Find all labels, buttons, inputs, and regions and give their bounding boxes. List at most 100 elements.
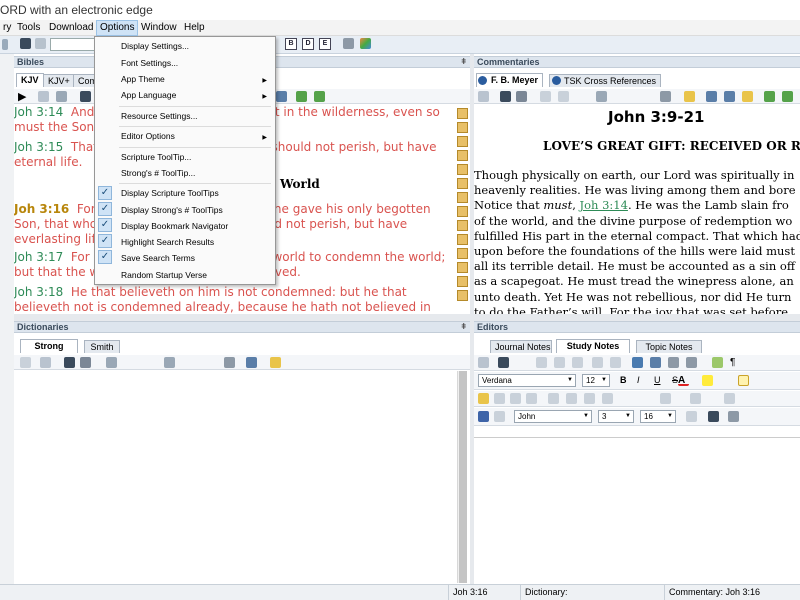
tab-topic-notes[interactable]: Topic Notes <box>636 340 702 353</box>
pin-icon[interactable]: ǂ <box>461 57 466 67</box>
search-options-icon[interactable] <box>516 91 527 102</box>
print-icon[interactable] <box>164 357 175 368</box>
toolbar-color-icon[interactable] <box>360 38 371 49</box>
menu-item-font-settings[interactable]: Font Settings... <box>121 58 178 68</box>
outdent-icon[interactable] <box>602 393 613 404</box>
print-icon[interactable] <box>596 91 607 102</box>
notes-icon[interactable] <box>712 357 723 368</box>
editor-text-area[interactable] <box>474 439 800 583</box>
verse-ref[interactable]: Joh 3:15 <box>14 140 63 154</box>
edit-icon[interactable] <box>478 357 489 368</box>
filter-icon[interactable] <box>742 91 753 102</box>
menu-item-strongs-tooltip[interactable]: Strong's # ToolTip... <box>121 168 195 178</box>
pilcrow-icon[interactable]: ¶ <box>730 357 741 368</box>
verse-ref[interactable]: Joh 3:14 <box>14 105 63 119</box>
insert-table-icon[interactable] <box>660 393 671 404</box>
bookmark-tab[interactable] <box>457 234 468 245</box>
copy-icon[interactable] <box>56 91 67 102</box>
bookmark-tab[interactable] <box>457 136 468 147</box>
cut-icon[interactable] <box>536 357 547 368</box>
go-icon[interactable] <box>686 411 697 422</box>
search-icon[interactable] <box>500 91 511 102</box>
redo-icon[interactable] <box>610 357 621 368</box>
edit-icon[interactable] <box>38 91 49 102</box>
menu-item-scripture-tooltip[interactable]: Scripture ToolTip... <box>121 152 191 162</box>
bold-icon[interactable]: B <box>620 375 631 386</box>
menu-item-app-language[interactable]: App Language <box>121 90 176 100</box>
tab-strong[interactable]: Strong <box>20 339 78 353</box>
scroll-thumb[interactable] <box>459 371 467 583</box>
align-left-icon[interactable] <box>478 393 489 404</box>
paste-icon[interactable] <box>558 91 569 102</box>
menu-item-resource-settings[interactable]: Resource Settings... <box>121 111 198 121</box>
font-size-select[interactable]: 12 ▼ <box>582 374 610 387</box>
dictionary-text-area[interactable] <box>14 371 456 583</box>
menu-window[interactable]: Window <box>138 20 180 36</box>
pin-icon[interactable]: ǂ <box>461 322 466 332</box>
toolbar-book-icon-e[interactable]: E <box>319 38 331 50</box>
bookmark-tab[interactable] <box>457 150 468 161</box>
link-icon[interactable] <box>684 91 695 102</box>
verse-ref-current[interactable]: Joh 3:16 <box>14 202 69 216</box>
italic-icon[interactable]: I <box>637 375 648 386</box>
dictionary-scrollbar[interactable] <box>457 371 467 583</box>
undo-icon[interactable] <box>592 357 603 368</box>
book-icon[interactable] <box>706 91 717 102</box>
menu-item-save-search-terms[interactable]: Save Search Terms <box>121 253 195 263</box>
align-center-icon[interactable] <box>494 393 505 404</box>
menu-item-random-startup-verse[interactable]: Random Startup Verse <box>121 270 207 280</box>
tab-study-notes[interactable]: Study Notes <box>556 339 630 353</box>
align-right-icon[interactable] <box>510 393 521 404</box>
search-icon[interactable] <box>708 411 719 422</box>
layout-icon[interactable] <box>276 91 287 102</box>
tab-kjv[interactable]: KJV <box>16 73 44 87</box>
menu-item-display-strongs-tooltips[interactable]: Display Strong's # ToolTips <box>121 205 223 215</box>
scripture-link[interactable]: Joh 3:14 <box>580 198 628 212</box>
book-icon[interactable] <box>246 357 257 368</box>
bookmark-tab[interactable] <box>457 262 468 273</box>
menu-history[interactable]: ry <box>0 20 14 36</box>
search-options-icon[interactable] <box>35 38 46 49</box>
menu-item-app-theme[interactable]: App Theme <box>121 74 165 84</box>
bookmark-tab[interactable] <box>457 178 468 189</box>
edit-icon[interactable] <box>478 91 489 102</box>
horizontal-splitter[interactable] <box>14 314 800 321</box>
copy-icon[interactable] <box>106 357 117 368</box>
quick-search-input[interactable] <box>50 38 96 51</box>
search-icon[interactable] <box>498 357 509 368</box>
commentary-text[interactable]: Though physically on earth, our Lord was… <box>474 168 800 314</box>
menu-item-display-scripture-tooltips[interactable]: Display Scripture ToolTips <box>121 188 219 198</box>
copy-icon[interactable] <box>540 91 551 102</box>
comment-icon[interactable] <box>738 375 749 386</box>
search-options-icon[interactable] <box>80 357 91 368</box>
new-note-icon[interactable] <box>494 411 505 422</box>
zoom-icon[interactable] <box>224 357 235 368</box>
tab-tsk-cross-references[interactable]: TSK Cross References <box>549 74 662 87</box>
book-select[interactable]: John ▼ <box>514 410 592 423</box>
print-icon[interactable] <box>668 357 679 368</box>
font-color-icon[interactable]: A <box>678 375 689 386</box>
highlight-icon[interactable] <box>702 375 713 386</box>
bookmark-tab[interactable] <box>457 290 468 301</box>
bookmark-tab[interactable] <box>457 122 468 133</box>
bookmark-tab[interactable] <box>457 220 468 231</box>
toolbar-book-icon-d[interactable]: D <box>302 38 314 50</box>
chapter-select[interactable]: 3 ▼ <box>598 410 634 423</box>
search-icon[interactable] <box>20 38 31 49</box>
bookmark-tab[interactable] <box>457 248 468 259</box>
link-icon[interactable] <box>270 357 281 368</box>
underline-icon[interactable]: U <box>654 375 665 386</box>
paste-icon[interactable] <box>572 357 583 368</box>
zoom-icon[interactable] <box>660 91 671 102</box>
bookmark-tab[interactable] <box>457 192 468 203</box>
back-icon[interactable] <box>20 357 31 368</box>
forward-icon[interactable] <box>314 91 325 102</box>
menu-tools[interactable]: Tools <box>14 20 43 36</box>
verse-ref[interactable]: Joh 3:18 <box>14 285 63 299</box>
justify-icon[interactable] <box>526 393 537 404</box>
bookmark-tab[interactable] <box>457 276 468 287</box>
forward-icon[interactable] <box>782 91 793 102</box>
verse-select[interactable]: 16 ▼ <box>640 410 676 423</box>
bookmark-tab[interactable] <box>457 108 468 119</box>
tab-smith[interactable]: Smith <box>84 340 120 353</box>
